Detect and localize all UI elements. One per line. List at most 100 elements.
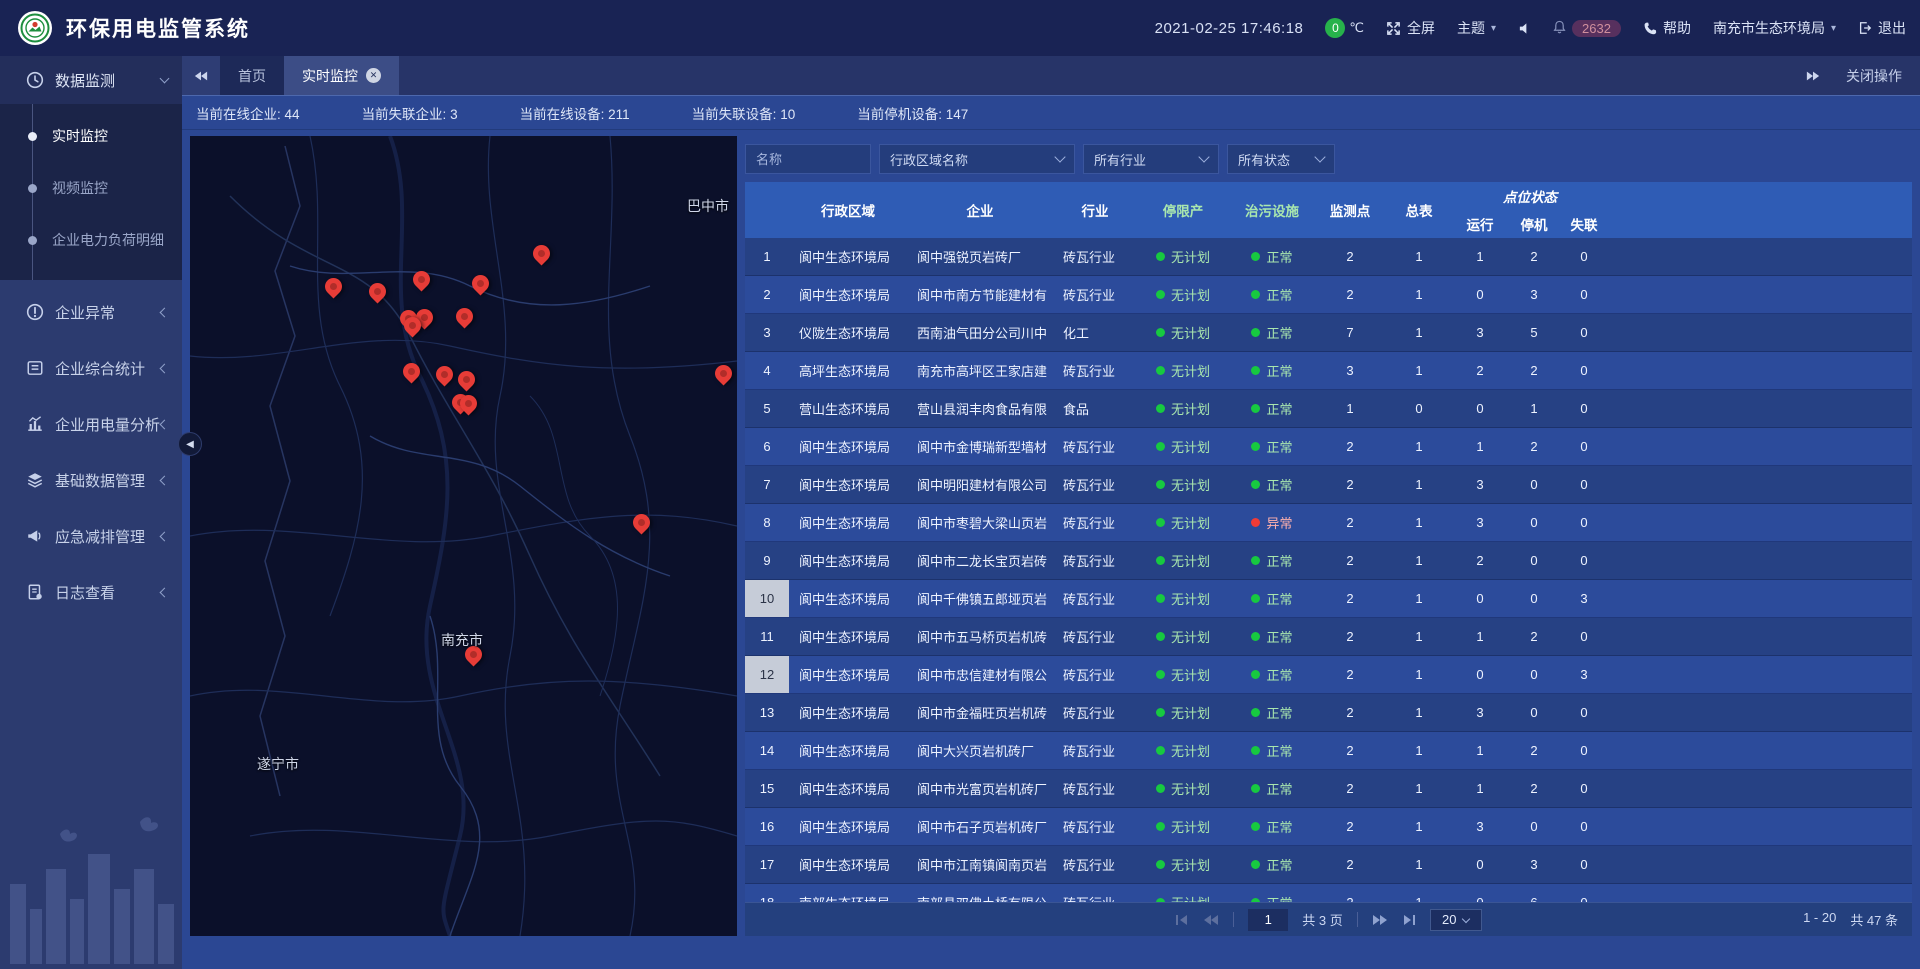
sidebar-subitem-视频监控[interactable]: 视频监控	[0, 162, 182, 214]
sidebar-item-应急减排管理[interactable]: 应急减排管理	[0, 512, 182, 560]
cell-region: 南部生态环境局	[789, 884, 907, 902]
cell-running: 2	[1453, 542, 1507, 579]
table-row[interactable]: 10阆中生态环境局阆中千佛镇五郎垭页岩砖瓦行业无计划正常21003	[745, 580, 1912, 618]
table-row[interactable]: 12阆中生态环境局阆中市忠信建材有限公砖瓦行业无计划正常21003	[745, 656, 1912, 694]
cell-points: 2	[1315, 808, 1385, 845]
status-dot-green-icon	[1251, 366, 1260, 375]
industry-filter-select[interactable]: 所有行业	[1083, 144, 1219, 174]
notification-count-badge: 2632	[1572, 20, 1621, 37]
prev-page-button[interactable]	[1203, 914, 1219, 926]
cell-running: 0	[1453, 656, 1507, 693]
sidebar-item-企业综合统计[interactable]: 企业综合统计	[0, 344, 182, 392]
chevron-down-icon	[1198, 151, 1209, 162]
table-row[interactable]: 4高坪生态环境局南充市高坪区王家店建砖瓦行业无计划正常31220	[745, 352, 1912, 390]
cell-meters: 1	[1385, 884, 1453, 902]
cell-meters: 1	[1385, 542, 1453, 579]
map-panel[interactable]: 巴中市南充市遂宁市 ◀	[190, 136, 737, 936]
table-row[interactable]: 16阆中生态环境局阆中市石子页岩机砖厂砖瓦行业无计划正常21300	[745, 808, 1912, 846]
table-row[interactable]: 17阆中生态环境局阆中市江南镇阆南页岩砖瓦行业无计划正常21030	[745, 846, 1912, 884]
gauge-icon	[26, 71, 44, 89]
cell-points: 2	[1315, 428, 1385, 465]
first-page-button[interactable]	[1175, 914, 1189, 926]
sidebar-item-数据监测[interactable]: 数据监测	[0, 56, 182, 104]
org-dropdown[interactable]: 南充市生态环境局 ▾	[1713, 18, 1836, 38]
table-row[interactable]: 13阆中生态环境局阆中市金福旺页岩机砖砖瓦行业无计划正常21300	[745, 694, 1912, 732]
table-row[interactable]: 14阆中生态环境局阆中大兴页岩机砖厂砖瓦行业无计划正常21120	[745, 732, 1912, 770]
tab-close-icon[interactable]: ✕	[366, 68, 381, 83]
cell-limit-status: 无计划	[1137, 352, 1229, 389]
cell-region: 阆中生态环境局	[789, 618, 907, 655]
alert-icon	[26, 303, 44, 321]
help-button[interactable]: 帮助	[1643, 18, 1691, 38]
stat-item: 当前在线企业: 44	[196, 103, 300, 123]
sidebar-item-基础数据管理[interactable]: 基础数据管理	[0, 456, 182, 504]
cell-facility-status: 正常	[1229, 276, 1315, 313]
status-dot-green-icon	[1156, 442, 1165, 451]
tab-实时监控[interactable]: 实时监控✕	[284, 56, 399, 95]
cell-limit-status: 无计划	[1137, 732, 1229, 769]
tab-首页[interactable]: 首页	[220, 56, 284, 95]
row-index: 14	[745, 732, 789, 769]
cell-limit-status: 无计划	[1137, 238, 1229, 275]
row-index: 15	[745, 770, 789, 807]
cell-region: 阆中生态环境局	[789, 732, 907, 769]
cell-region: 阆中生态环境局	[789, 276, 907, 313]
status-dot-red-icon	[1251, 518, 1260, 527]
fullscreen-button[interactable]: 全屏	[1386, 18, 1435, 38]
bullet-dot-icon	[28, 132, 37, 141]
cell-region: 阆中生态环境局	[789, 504, 907, 541]
logout-button[interactable]: 退出	[1858, 18, 1906, 38]
tabs-scroll-left-button[interactable]	[182, 56, 220, 95]
table-row[interactable]: 11阆中生态环境局阆中市五马桥页岩机砖砖瓦行业无计划正常21120	[745, 618, 1912, 656]
sidebar-item-企业用电量分析[interactable]: 企业用电量分析	[0, 400, 182, 448]
cell-offline: 0	[1561, 238, 1607, 275]
cell-running: 1	[1453, 238, 1507, 275]
megaphone-icon	[26, 527, 44, 545]
cell-facility-status: 正常	[1229, 238, 1315, 275]
cell-industry: 砖瓦行业	[1053, 732, 1137, 769]
theme-dropdown[interactable]: 主题 ▾	[1457, 18, 1496, 38]
cell-meters: 1	[1385, 352, 1453, 389]
table-row[interactable]: 2阆中生态环境局阆中市南方节能建材有砖瓦行业无计划正常21030	[745, 276, 1912, 314]
col-points: 监测点	[1315, 182, 1385, 238]
sound-button[interactable]	[1518, 22, 1531, 35]
cell-company: 阆中明阳建材有限公司	[907, 466, 1053, 503]
table-row[interactable]: 3仪陇生态环境局西南油气田分公司川中化工无计划正常71350	[745, 314, 1912, 352]
row-index: 13	[745, 694, 789, 731]
table-row[interactable]: 18南部生态环境局南部县双佛土桥有限公砖瓦行业无计划正常21060	[745, 884, 1912, 902]
tabs-scroll-right-button[interactable]	[1806, 70, 1820, 82]
table-row[interactable]: 9阆中生态环境局阆中市二龙长宝页岩砖砖瓦行业无计划正常21200	[745, 542, 1912, 580]
table-row[interactable]: 6阆中生态环境局阆中市金博瑞新型墙材砖瓦行业无计划正常21120	[745, 428, 1912, 466]
sidebar-subitem-实时监控[interactable]: 实时监控	[0, 110, 182, 162]
cell-facility-status: 正常	[1229, 884, 1315, 902]
next-page-button[interactable]	[1372, 914, 1388, 926]
region-filter-select[interactable]: 行政区域名称	[879, 144, 1075, 174]
status-dot-green-icon	[1156, 556, 1165, 565]
notifications-button[interactable]: 2632	[1553, 20, 1621, 37]
table-row[interactable]: 15阆中生态环境局阆中市光富页岩机砖厂砖瓦行业无计划正常21120	[745, 770, 1912, 808]
close-operations-button[interactable]: 关闭操作	[1846, 66, 1902, 86]
map-collapse-handle[interactable]: ◀	[178, 432, 202, 456]
status-dot-green-icon	[1156, 404, 1165, 413]
table-row[interactable]: 7阆中生态环境局阆中明阳建材有限公司砖瓦行业无计划正常21300	[745, 466, 1912, 504]
page-size-select[interactable]: 20	[1430, 909, 1482, 931]
sidebar-item-日志查看[interactable]: 日志查看	[0, 568, 182, 616]
cell-stopped: 5	[1507, 314, 1561, 351]
table-row[interactable]: 1阆中生态环境局阆中强锐页岩砖厂砖瓦行业无计划正常21120	[745, 238, 1912, 276]
name-search-input[interactable]	[745, 144, 871, 174]
cell-meters: 1	[1385, 428, 1453, 465]
table-row[interactable]: 8阆中生态环境局阆中市枣碧大梁山页岩砖瓦行业无计划异常21300	[745, 504, 1912, 542]
cell-meters: 1	[1385, 466, 1453, 503]
total-pages-label: 共 3 页	[1302, 910, 1342, 929]
page-number-input[interactable]	[1248, 909, 1288, 931]
table-row[interactable]: 5营山生态环境局营山县润丰肉食品有限食品无计划正常10010	[745, 390, 1912, 428]
cell-industry: 砖瓦行业	[1053, 428, 1137, 465]
last-page-button[interactable]	[1402, 914, 1416, 926]
sidebar-item-企业异常[interactable]: 企业异常	[0, 288, 182, 336]
cell-offline: 0	[1561, 732, 1607, 769]
status-filter-select[interactable]: 所有状态	[1227, 144, 1335, 174]
chart-icon	[26, 415, 44, 433]
sidebar-subitem-企业电力负荷明细[interactable]: 企业电力负荷明细	[0, 214, 182, 266]
row-index: 5	[745, 390, 789, 427]
total-count-label: 共 47 条	[1850, 910, 1898, 929]
